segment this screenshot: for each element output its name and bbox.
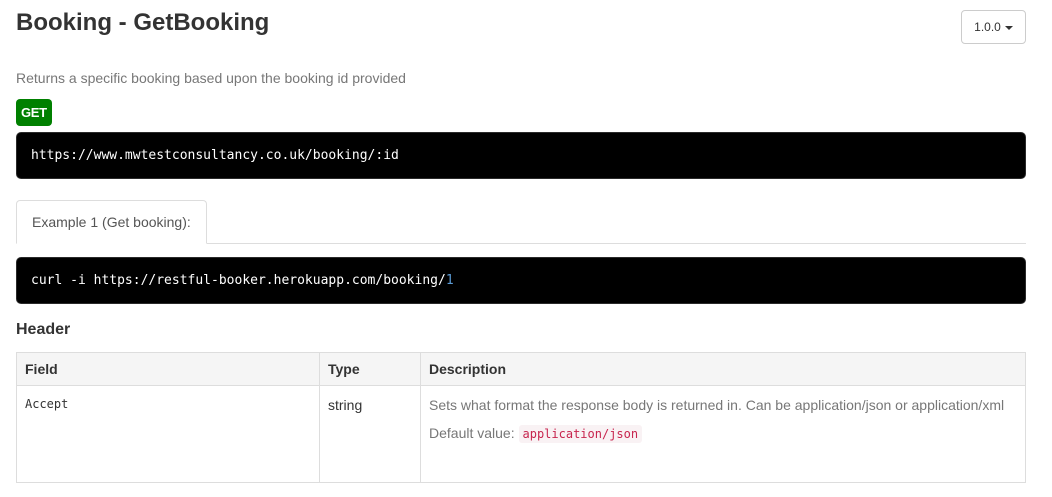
endpoint-url: https://www.mwtestconsultancy.co.uk/book… — [31, 148, 399, 163]
default-value-label: Default value: — [429, 425, 515, 441]
table-header-row: Field Type Description — [16, 352, 1026, 386]
http-method-badge: GET — [16, 99, 52, 126]
type-cell: string — [319, 385, 421, 483]
examples-tab-bar: Example 1 (Get booking): — [16, 200, 1026, 244]
version-dropdown-button[interactable]: 1.0.0 — [961, 10, 1026, 44]
example-code-command: curl -i https://restful-booker.herokuapp… — [31, 273, 446, 288]
endpoint-description: Returns a specific booking based upon th… — [16, 70, 406, 86]
chevron-down-icon — [1004, 25, 1013, 30]
field-type: string — [328, 397, 363, 413]
table-row: Accept string Sets what format the respo… — [16, 385, 1026, 483]
default-value-code: application/json — [518, 425, 643, 443]
column-header-type: Type — [319, 352, 421, 386]
tab-example-1[interactable]: Example 1 (Get booking): — [16, 200, 207, 244]
version-label: 1.0.0 — [974, 20, 1001, 34]
description-cell: Sets what format the response body is re… — [420, 385, 1026, 483]
example-code-id: 1 — [445, 273, 454, 288]
column-header-field: Field — [16, 352, 320, 386]
field-cell: Accept — [16, 385, 320, 483]
endpoint-url-block: https://www.mwtestconsultancy.co.uk/book… — [16, 132, 1026, 179]
page-title: Booking - GetBooking — [16, 9, 270, 36]
field-name: Accept — [25, 397, 69, 411]
header-section-heading: Header — [16, 321, 71, 338]
default-value-line: Default value: application/json — [429, 423, 1017, 444]
field-description: Sets what format the response body is re… — [429, 397, 1005, 413]
column-header-description: Description — [420, 352, 1026, 386]
header-params-table: Field Type Description Accept string Set… — [16, 352, 1026, 483]
example-code-block: curl -i https://restful-booker.herokuapp… — [16, 257, 1026, 304]
